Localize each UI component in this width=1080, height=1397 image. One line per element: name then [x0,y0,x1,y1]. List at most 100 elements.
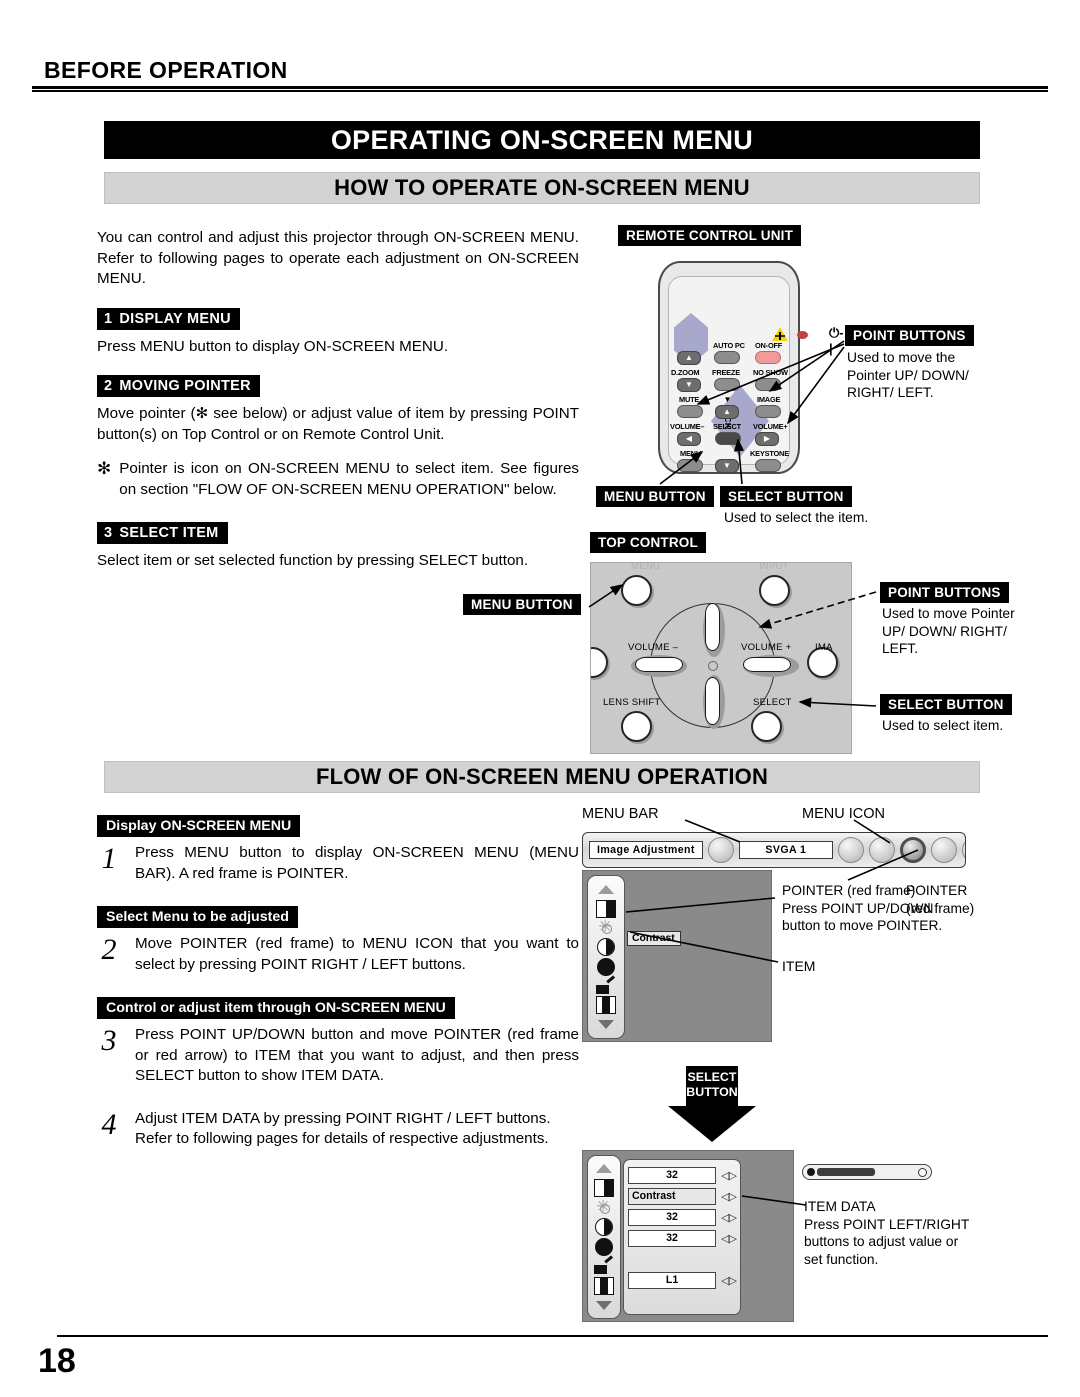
color-icon[interactable] [594,938,618,957]
freeze-button[interactable] [714,378,740,391]
flow-steps-column: Display ON-SCREEN MENU 1 Press MENU butt… [97,815,579,1172]
tc-select-button[interactable] [751,711,782,742]
section-heading-flow: FLOW OF ON-SCREEN MENU OPERATION [104,761,980,793]
tc-lens-shift-button[interactable] [621,711,652,742]
item-data-row: 32 ◁▷ [628,1166,737,1184]
item-data-value[interactable]: 32 [628,1208,717,1226]
flow-step-body-4: Adjust ITEM DATA by pressing POINT RIGHT… [135,1109,551,1148]
footer-rule [57,1335,1048,1337]
flow-step-body-2: Move POINTER (red frame) to MENU ICON th… [135,935,579,973]
point-left-button[interactable]: ◀ [677,432,701,446]
tc-point-left-button[interactable] [635,657,683,672]
scroll-down-icon-2[interactable] [592,1296,616,1316]
step-label-3: SELECT ITEM [119,525,219,541]
tc-menu-button[interactable] [621,575,652,606]
tc-label-menu: MENU [631,562,661,572]
step-number-2: 2 [104,378,113,394]
brightness-icon-2[interactable] [592,1198,616,1218]
menu-button[interactable] [677,459,703,472]
left-right-adjust-icon[interactable]: ◁▷ [721,1232,737,1245]
point-right-button[interactable]: ▶ [755,432,779,446]
computer-input-icon[interactable] [707,837,734,863]
callout-tc-select-button-text: Used to select item. [882,718,1004,733]
item-data-value[interactable]: 32 [628,1229,717,1247]
tc-label-lens-shift: LENS SHIFT [603,697,661,708]
select-button-arrow-label: SELECT BUTTON [686,1070,738,1099]
mute-button[interactable] [677,405,703,418]
point-down-button[interactable]: ▼ [715,459,739,473]
left-right-adjust-icon[interactable]: ◁▷ [721,1211,737,1224]
osd-menu-title: Image Adjustment [589,841,703,859]
header-rule [32,86,1048,92]
no-show-button[interactable] [755,378,781,391]
tc-label-select: SELECT [753,697,792,708]
left-right-adjust-icon[interactable]: ◁▷ [721,1274,737,1287]
label-on-off: ON-OFF [755,341,783,350]
slider-start-dot [807,1168,815,1176]
step-body-2: Move pointer (✻ see below) or adjust val… [97,405,579,443]
remote-faceplate: ⏻-| ▼LOCK AUTO PC ON-OFF ▲ D.ZOOM FREEZE… [668,276,844,473]
tc-input-button[interactable] [759,575,790,606]
slider-knob[interactable] [918,1167,927,1177]
image-select-icon[interactable] [868,837,895,863]
tc-left-edge-button[interactable] [591,647,608,678]
flow-step-3: 3 Press POINT UP/DOWN button and move PO… [97,1024,580,1087]
osd-tooltip-contrast: Contrast [627,931,681,946]
color-icon-2[interactable] [592,1218,616,1238]
contrast-icon-2[interactable] [592,1179,616,1199]
tint-icon[interactable] [594,957,618,976]
step-tag-display-menu: 1 DISPLAY MENU [97,307,240,330]
footnote: ✻ Pointer is icon on ON-SCREEN MENU to s… [97,459,579,500]
item-data-value[interactable]: Contrast [628,1187,717,1205]
left-right-adjust-icon[interactable]: ◁▷ [721,1169,737,1182]
item-data-row: L1 ◁▷ [628,1271,737,1289]
osd-panel: Contrast [582,870,772,1042]
callout-tc-point-buttons-title: POINT BUTTONS [880,582,1009,603]
image-adjust-icon-selected[interactable] [899,837,926,863]
item-data-value[interactable]: L1 [628,1271,717,1289]
tc-point-up-button[interactable] [705,603,720,651]
item-data-row: 32 ◁▷ [628,1229,737,1247]
tc-point-right-button[interactable] [743,657,791,672]
scroll-up-icon[interactable] [594,880,618,899]
left-right-adjust-icon[interactable]: ◁▷ [721,1190,737,1203]
page-number: 18 [38,1342,76,1380]
tc-point-down-button[interactable] [705,677,720,725]
label-dzoom: D.ZOOM [671,368,700,377]
contrast-icon[interactable] [594,899,618,918]
white-balance-icon-2[interactable] [592,1257,616,1277]
item-label: ITEM [782,958,816,974]
callout-menu-button-title: MENU BUTTON [596,486,714,507]
screen-icon[interactable] [930,837,957,863]
item-data-panel: 32 ◁▷ Contrast ◁▷ 32 ◁▷ 32 ◁▷ [582,1150,794,1322]
flow-chip-3: Control or adjust item through ON-SCREEN… [97,997,455,1019]
pc-adjust-icon[interactable] [837,837,864,863]
step-tag-select-item: 3 SELECT ITEM [97,522,228,544]
setting-icon[interactable] [961,837,965,863]
keystone-button[interactable] [755,459,781,472]
item-data-rail [587,1155,621,1319]
brightness-icon[interactable] [594,918,618,938]
dzoom-down-button[interactable]: ▼ [677,378,701,392]
osd-item-rail [587,875,625,1039]
flow-step-number-3: 3 [101,1024,117,1057]
scroll-down-icon[interactable] [594,1015,618,1034]
tint-icon-2[interactable] [592,1237,616,1257]
item-data-value[interactable]: 32 [628,1166,717,1184]
point-up-button[interactable]: ▲ [715,405,739,419]
flow-step-body-1: Press MENU button to display ON-SCREEN M… [135,844,579,882]
scroll-up-icon-2[interactable] [592,1159,616,1179]
select-button[interactable] [715,432,741,445]
white-balance-icon[interactable] [594,976,618,995]
image-button[interactable] [755,405,781,418]
dzoom-up-button[interactable]: ▲ [677,351,701,365]
sharpness-icon[interactable] [594,996,618,1015]
item-data-slider[interactable] [802,1164,932,1180]
top-control-title: TOP CONTROL [590,532,706,553]
label-auto-pc: AUTO PC [713,341,745,350]
sharpness-icon-2[interactable] [592,1276,616,1296]
item-data-row: 32 ◁▷ [628,1208,737,1226]
auto-pc-button[interactable] [714,351,740,364]
on-off-button[interactable] [755,351,781,364]
manual-page: BEFORE OPERATION OPERATING ON-SCREEN MEN… [0,0,1080,1397]
